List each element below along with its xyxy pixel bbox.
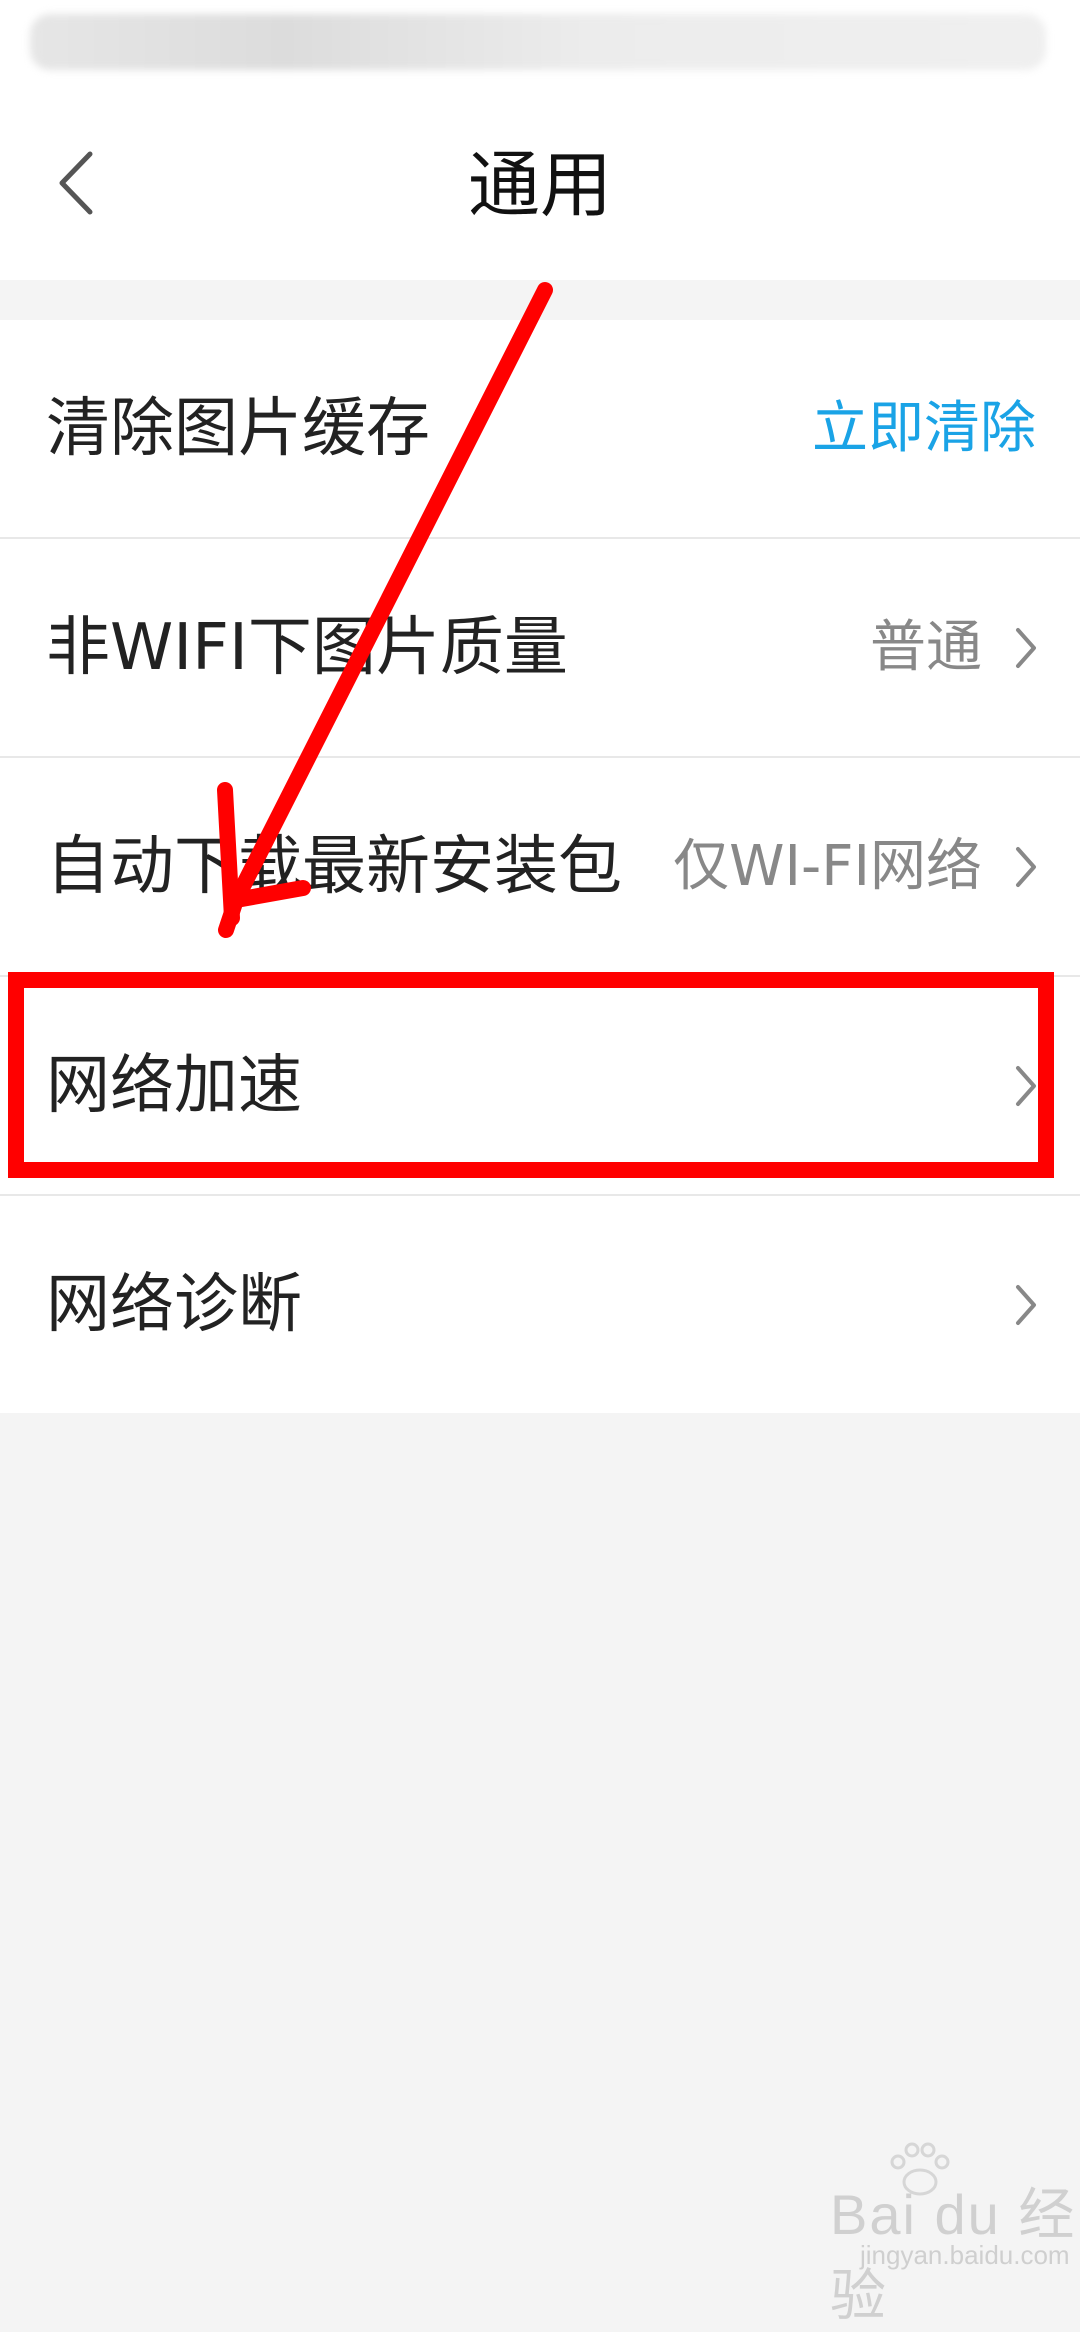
settings-row-auto-download-package[interactable]: 自动下载最新安装包 仅WI-FI网络 xyxy=(0,758,1080,977)
row-value: 普通 xyxy=(870,614,982,680)
chevron-right-icon xyxy=(1006,1275,1046,1335)
page-title: 通用 xyxy=(467,143,612,227)
settings-row-clear-image-cache[interactable]: 清除图片缓存 立即清除 xyxy=(0,320,1080,539)
settings-row-network-diagnosis[interactable]: 网络诊断 xyxy=(0,1196,1080,1413)
status-bar-blurred xyxy=(30,14,1046,70)
settings-row-network-acceleration[interactable]: 网络加速 xyxy=(0,977,1080,1196)
row-label: 网络诊断 xyxy=(46,1267,302,1342)
row-label: 清除图片缓存 xyxy=(46,391,430,466)
row-label: 非WIFI下图片质量 xyxy=(46,610,568,685)
status-bar xyxy=(0,0,1080,90)
row-label: 网络加速 xyxy=(46,1048,302,1123)
section-gap xyxy=(0,280,1080,320)
watermark-url: jingyan.baidu.com xyxy=(860,2240,1070,2270)
row-label: 自动下载最新安装包 xyxy=(46,829,622,904)
settings-list: 清除图片缓存 立即清除 非WIFI下图片质量 普通 自动下载最新安装包 仅WI-… xyxy=(0,320,1080,1413)
settings-row-non-wifi-image-quality[interactable]: 非WIFI下图片质量 普通 xyxy=(0,539,1080,758)
chevron-right-icon xyxy=(1006,618,1046,678)
clear-now-button[interactable]: 立即清除 xyxy=(812,394,1036,464)
navigation-bar: 通用 xyxy=(0,90,1080,280)
chevron-right-icon xyxy=(1006,1056,1046,1116)
row-value: 仅WI-FI网络 xyxy=(673,833,982,899)
chevron-right-icon xyxy=(1006,837,1046,897)
